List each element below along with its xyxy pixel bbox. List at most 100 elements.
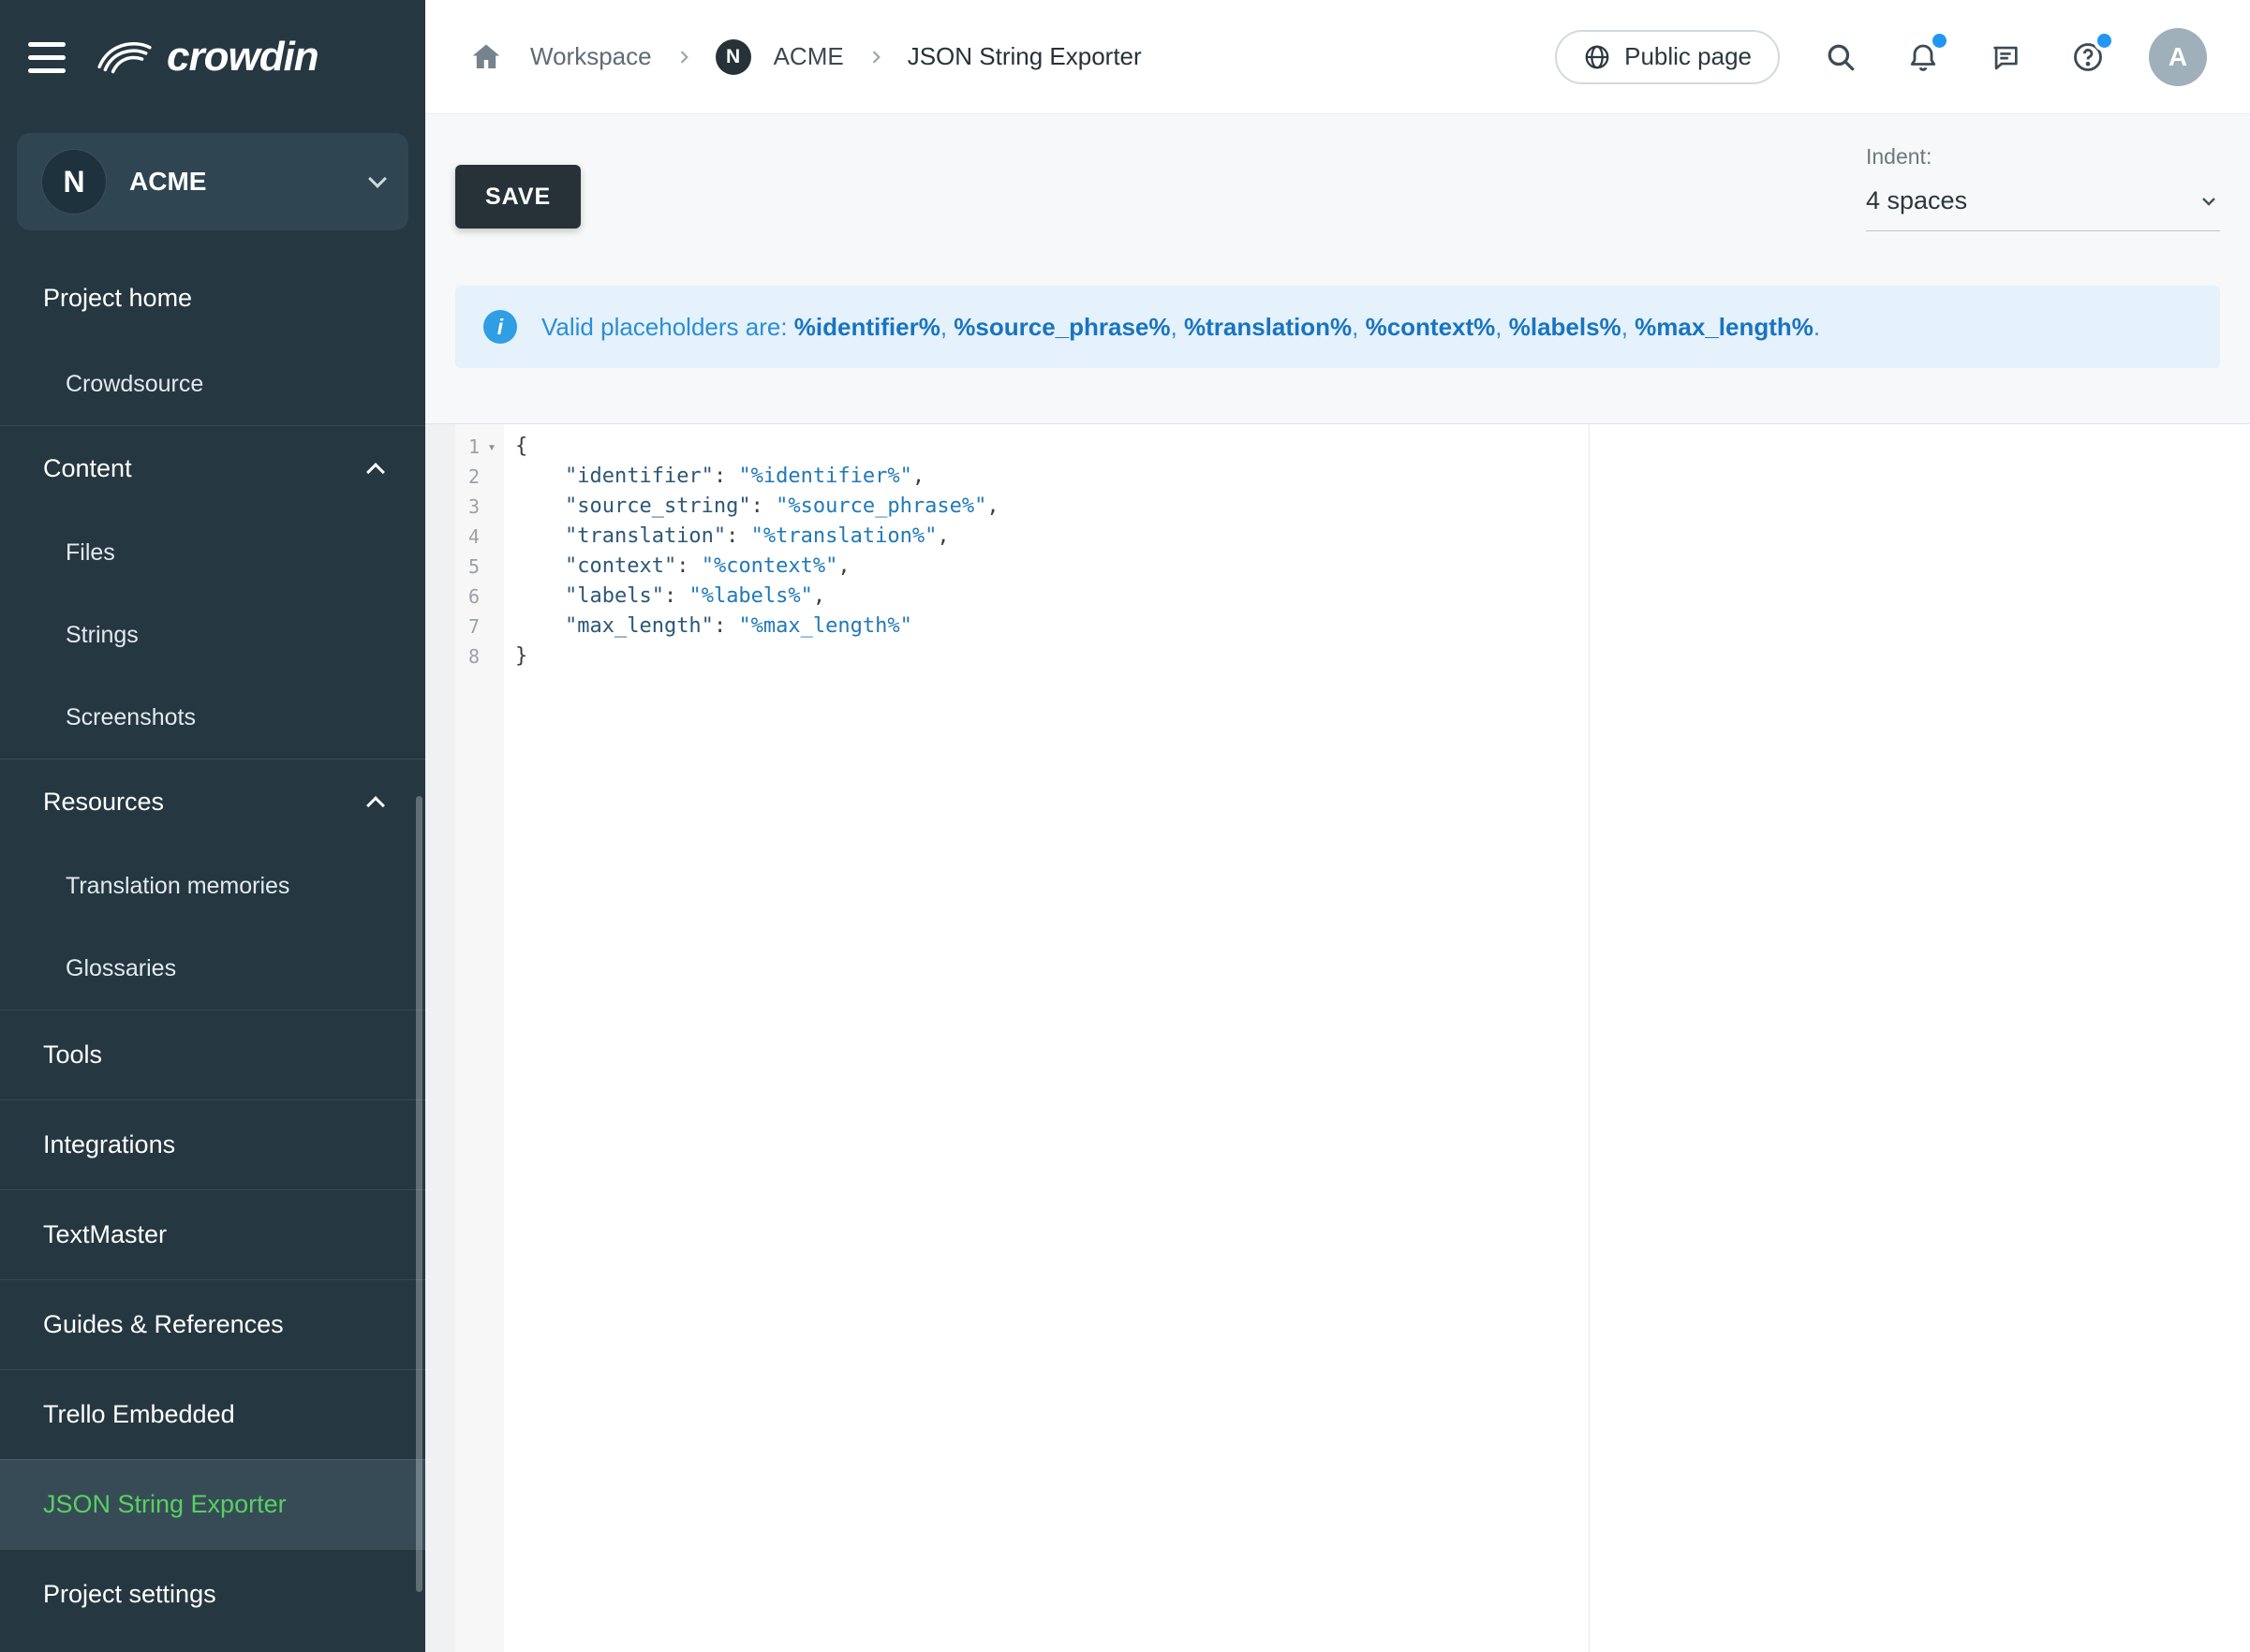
- sidebar-item-label: Guides & References: [43, 1310, 284, 1339]
- line-number: 1: [455, 432, 480, 462]
- help-icon[interactable]: [2066, 36, 2109, 79]
- editor-gutter: 1▾2345678: [455, 424, 504, 1652]
- banner-text-segment: Valid placeholders are:: [541, 313, 794, 341]
- banner-text: Valid placeholders are: %identifier%, %s…: [541, 313, 1820, 342]
- workspace-selector[interactable]: N ACME: [17, 133, 408, 230]
- crowdin-logo[interactable]: crowdin: [96, 34, 318, 81]
- chevron-right-icon: [866, 48, 885, 66]
- workspace-avatar: N: [41, 149, 107, 214]
- hamburger-menu-icon[interactable]: [28, 42, 66, 73]
- sidebar-item-integrations[interactable]: Integrations: [0, 1099, 425, 1189]
- globe-icon: [1583, 43, 1611, 71]
- breadcrumb: Workspace N ACME JSON String Exporter: [465, 36, 1555, 79]
- line-number: 3: [455, 492, 480, 522]
- sidebar-item-label: TextMaster: [43, 1220, 167, 1249]
- sidebar-item-content[interactable]: Content: [0, 425, 425, 511]
- code-line: {: [515, 432, 2250, 462]
- code-line: "labels": "%labels%",: [515, 582, 2250, 612]
- sidebar-item-json-string-exporter[interactable]: JSON String Exporter: [0, 1459, 425, 1549]
- code-line: "max_length": "%max_length%": [515, 612, 2250, 642]
- indent-select[interactable]: 4 spaces: [1866, 186, 2220, 231]
- banner-placeholder: %translation%: [1184, 313, 1352, 341]
- sidebar-item-label: Integrations: [43, 1130, 175, 1159]
- banner-text-segment: ,: [1171, 313, 1184, 341]
- sidebar-item-resources[interactable]: Resources: [0, 759, 425, 845]
- search-icon[interactable]: [1819, 36, 1862, 79]
- crowdin-bird-icon: [96, 35, 154, 80]
- line-number: 7: [455, 612, 480, 642]
- sidebar-scrollbar[interactable]: [416, 796, 422, 1592]
- main-area: Workspace N ACME JSON String Exporter Pu…: [425, 0, 2250, 1652]
- banner-text-segment: ,: [1495, 313, 1508, 341]
- gutter-line: 7: [455, 612, 504, 642]
- sidebar-item-trello-embedded[interactable]: Trello Embedded: [0, 1369, 425, 1459]
- messages-icon[interactable]: [1984, 36, 2027, 79]
- sidebar-item-label: Strings: [66, 622, 139, 649]
- sidebar-item-label: JSON String Exporter: [43, 1490, 287, 1519]
- line-number: 6: [455, 582, 480, 612]
- code-line: "translation": "%translation%",: [515, 522, 2250, 552]
- line-number: 8: [455, 642, 480, 671]
- workspace-name: ACME: [129, 167, 348, 197]
- sidebar-item-translation-memories[interactable]: Translation memories: [0, 845, 425, 927]
- sidebar-item-label: Files: [66, 539, 115, 567]
- line-number: 4: [455, 522, 480, 552]
- indent-control: Indent: 4 spaces: [1866, 144, 2220, 231]
- line-number: 2: [455, 462, 480, 492]
- sidebar-item-guides-references[interactable]: Guides & References: [0, 1279, 425, 1369]
- info-icon: i: [483, 310, 517, 344]
- sidebar-item-label: Content: [43, 454, 132, 483]
- notifications-bell-icon[interactable]: [1902, 36, 1945, 79]
- editor-ruler: [1589, 424, 1590, 1652]
- banner-placeholder: %source_phrase%: [954, 313, 1170, 341]
- sidebar-item-label: Project settings: [43, 1580, 216, 1609]
- code-editor: 1▾2345678 { "identifier": "%identifier%"…: [425, 423, 2250, 1652]
- banner-text-segment: ,: [1352, 313, 1365, 341]
- gutter-line: 8: [455, 642, 504, 671]
- gutter-line: 1▾: [455, 432, 504, 462]
- topbar: Workspace N ACME JSON String Exporter Pu…: [425, 0, 2250, 114]
- sidebar-item-crowdsource[interactable]: Crowdsource: [0, 343, 425, 425]
- gutter-line: 4: [455, 522, 504, 552]
- chevron-up-icon: [366, 796, 385, 815]
- sidebar-nav: Project home Crowdsource Content Files Strin…: [0, 253, 425, 1639]
- indent-value: 4 spaces: [1866, 186, 1967, 215]
- banner-placeholder: %max_length%: [1635, 313, 1813, 341]
- gutter-line: 3: [455, 492, 504, 522]
- breadcrumb-workspace[interactable]: Workspace: [530, 42, 652, 71]
- sidebar-item-screenshots[interactable]: Screenshots: [0, 676, 425, 759]
- sidebar-header: crowdin: [0, 0, 425, 114]
- sidebar-item-glossaries[interactable]: Glossaries: [0, 927, 425, 1010]
- banner-placeholder: %identifier%: [794, 313, 940, 341]
- crowdin-logo-text: crowdin: [167, 34, 318, 81]
- code-line: }: [515, 642, 2250, 671]
- banner-text-segment: ,: [1621, 313, 1635, 341]
- breadcrumb-project[interactable]: ACME: [774, 42, 844, 71]
- code-line: "context": "%context%",: [515, 552, 2250, 582]
- gutter-line: 5: [455, 552, 504, 582]
- editor-code[interactable]: { "identifier": "%identifier%", "source_…: [504, 424, 2250, 1652]
- sidebar-item-strings[interactable]: Strings: [0, 594, 425, 676]
- sidebar-item-tools[interactable]: Tools: [0, 1010, 425, 1099]
- topbar-actions: Public page A: [1555, 28, 2207, 86]
- home-icon[interactable]: [465, 36, 508, 79]
- sidebar-item-label: Project home: [43, 284, 192, 313]
- save-button[interactable]: SAVE: [455, 165, 581, 229]
- sidebar-item-label: Crowdsource: [66, 371, 203, 398]
- banner-placeholder: %context%: [1366, 313, 1496, 341]
- sidebar-item-label: Resources: [43, 788, 164, 817]
- sidebar-item-files[interactable]: Files: [0, 511, 425, 594]
- sidebar-item-textmaster[interactable]: TextMaster: [0, 1189, 425, 1279]
- sidebar-item-project-home[interactable]: Project home: [0, 253, 425, 343]
- indent-label: Indent:: [1866, 144, 2220, 170]
- sidebar-item-label: Screenshots: [66, 704, 196, 731]
- user-avatar[interactable]: A: [2149, 28, 2207, 86]
- public-page-button[interactable]: Public page: [1555, 30, 1780, 84]
- fold-marker-icon[interactable]: ▾: [480, 432, 504, 462]
- banner-text-segment: .: [1813, 313, 1820, 341]
- breadcrumb-page-title: JSON String Exporter: [908, 42, 1142, 71]
- crowdin-app: crowdin N ACME Project home Crowdsource Co…: [0, 0, 2250, 1652]
- chevron-up-icon: [366, 463, 385, 481]
- sidebar-item-project-settings[interactable]: Project settings: [0, 1549, 425, 1639]
- help-badge: [2097, 34, 2111, 48]
